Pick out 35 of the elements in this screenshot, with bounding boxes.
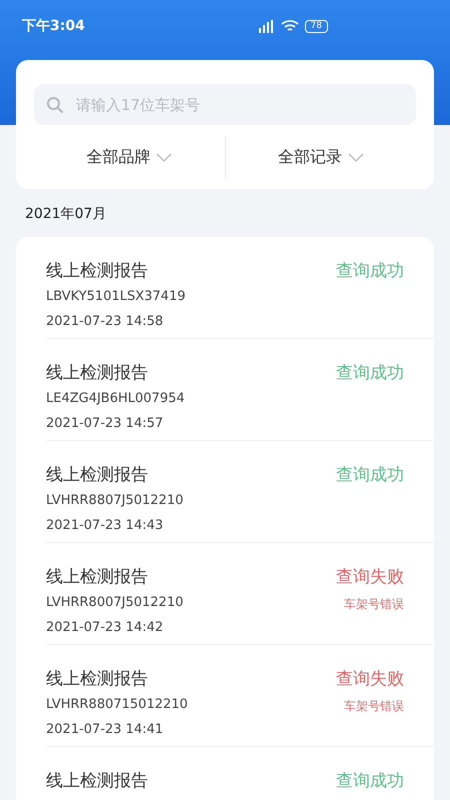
record-time: 2021-07-23 14:43: [46, 517, 164, 535]
vin-number: LE4ZG4JB6HL007954: [46, 390, 185, 408]
record-title: 线上检测报告: [46, 465, 149, 485]
vin-number: LVHRR8007J5012210: [46, 594, 184, 612]
query-status: 查询成功: [336, 261, 404, 281]
month-heading: 2021年07月: [24, 205, 108, 224]
record-time: 2021-07-23 14:41: [46, 721, 164, 739]
vin-number: LVHRR880715012210: [46, 696, 188, 714]
error-reason: 车架号错误: [344, 596, 404, 613]
record-time: 2021-07-23 14:58: [46, 313, 164, 331]
record-title: 线上检测报告: [46, 261, 149, 281]
query-status: 查询失败: [336, 567, 404, 587]
vin-number: LBVKY5101LSX37419: [46, 288, 186, 306]
query-status: 查询成功: [336, 771, 404, 791]
query-status: 查询成功: [336, 465, 404, 485]
search-field[interactable]: 请输入17位车架号: [34, 84, 416, 125]
record-title: 线上检测报告: [46, 363, 149, 383]
record-title: 线上检测报告: [46, 567, 149, 587]
vin-number: LVHRR8807J5012210: [46, 492, 184, 510]
error-reason: 车架号错误: [344, 698, 404, 715]
status-time: 下午3:04: [22, 17, 85, 35]
query-status: 查询失败: [336, 669, 404, 689]
battery-level: 78: [304, 20, 328, 32]
chevron-down-icon: [156, 152, 172, 162]
chevron-down-icon: [348, 152, 364, 162]
signal-icon: [256, 20, 275, 32]
record-time: 2021-07-23 14:42: [46, 619, 164, 637]
query-status: 查询成功: [336, 363, 404, 383]
record-time: 2021-07-23 14:57: [46, 415, 164, 433]
record-title: 线上检测报告: [46, 669, 149, 689]
record-title: 线上检测报告: [46, 771, 148, 791]
filter-dropdown[interactable]: 全部记录: [226, 146, 416, 168]
wifi-icon: [280, 20, 299, 32]
filter-dropdown[interactable]: 全部品牌: [34, 146, 224, 168]
search-icon: [46, 96, 64, 114]
